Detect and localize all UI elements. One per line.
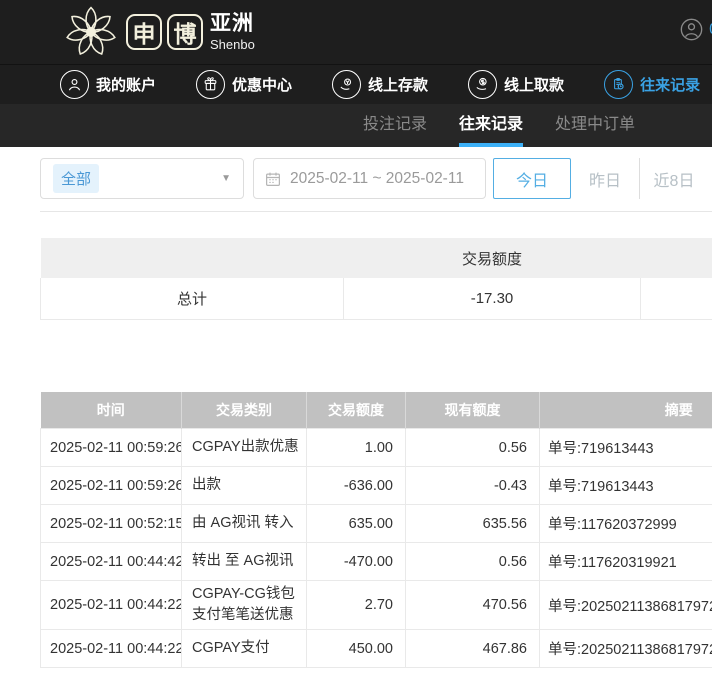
cell-balance: 0.56 [406,429,540,467]
date-range-value: 2025-02-11 ~ 2025-02-11 [290,170,464,188]
nav-item-withdraw[interactable]: 线上取款 [468,70,564,99]
cell-summary: 单号:117620319921 [540,543,712,581]
cell-amount: -636.00 [307,467,406,505]
nav-item-transaction-records[interactable]: 往来记录 [604,70,700,99]
tab-betting-records[interactable]: 投注记录 [363,104,427,147]
cell-balance: 467.86 [406,630,540,668]
summary-header-amount: 交易额度 [344,238,641,278]
cell-type: 出款 [182,467,307,505]
last-8-days-button[interactable]: 近8日 [640,158,708,199]
cell-balance: -0.43 [406,467,540,505]
nav-label: 往来记录 [640,74,700,95]
gift-icon [196,70,225,99]
cell-type: CGPAY出款优惠 [182,429,307,467]
cell-summary: 单号:719613443 [540,467,712,505]
records-icon [604,70,633,99]
calendar-icon [264,170,282,188]
brand-region: 亚洲 [210,13,255,34]
summary-header-row: 交易额度 [41,238,712,278]
flower-logo-icon [60,3,122,61]
cell-time: 2025-02-11 00:44:22 [41,581,182,630]
cell-summary: 单号:202502113868179729 [540,581,712,630]
account-user-icon[interactable] [680,18,703,41]
column-header-4: 摘要 [540,392,712,429]
summary-total-label: 总计 [41,278,344,319]
date-range-input[interactable]: 2025-02-11 ~ 2025-02-11 [253,158,486,199]
nav-label: 线上存款 [368,74,428,95]
record-tabs: 投注记录 往来记录 处理中订单 [0,104,712,147]
cell-summary: 单号:117620372999 [540,505,712,543]
brand-latin: Shenbo [210,38,255,51]
cell-amount: 635.00 [307,505,406,543]
summary-total-row: 总计 -17.30 [41,278,712,319]
column-header-0: 时间 [41,392,182,429]
cell-time: 2025-02-11 00:44:42 [41,543,182,581]
nav-label: 线上取款 [504,74,564,95]
records-header-row: 时间交易类别交易额度现有额度摘要 [41,392,712,429]
brand-logo[interactable]: 申 博 亚洲 Shenbo [60,3,255,61]
summary-total-value: -17.30 [344,278,641,319]
nav-item-promotions[interactable]: 优惠中心 [196,70,292,99]
cell-type: 转出 至 AG视讯 [182,543,307,581]
table-row: 2025-02-11 00:44:22CGPAY-CG钱包支付笔笔送优惠2.70… [41,581,712,630]
cell-balance: 635.56 [406,505,540,543]
column-header-2: 交易额度 [307,392,406,429]
today-button[interactable]: 今日 [493,158,571,199]
filter-bar: 全部 ▼ 2025-02-11 ~ 2025-02-11 今日 昨日 近8日 [40,158,712,199]
nav-label: 优惠中心 [232,74,292,95]
cell-type: 由 AG视讯 转入 [182,505,307,543]
column-header-3: 现有额度 [406,392,540,429]
tab-transaction-records[interactable]: 往来记录 [459,104,523,147]
brand-char-bo: 博 [167,14,203,50]
cell-time: 2025-02-11 00:59:26 [41,429,182,467]
summary-header-blank [41,238,344,278]
type-select-value: 全部 [53,164,99,193]
table-row: 2025-02-11 00:59:26CGPAY出款优惠1.000.56单号:7… [41,429,712,467]
summary-total-blank [641,278,712,319]
chevron-down-icon: ▼ [221,173,231,184]
cell-summary: 单号:719613443 [540,429,712,467]
table-row: 2025-02-11 00:59:26出款-636.00-0.43单号:7196… [41,467,712,505]
yesterday-button[interactable]: 昨日 [571,158,639,199]
tab-pending-orders[interactable]: 处理中订单 [555,104,635,147]
section-divider [40,211,712,212]
cell-time: 2025-02-11 00:44:22 [41,630,182,668]
cell-time: 2025-02-11 00:59:26 [41,467,182,505]
main-nav: 我的账户 优惠中心 线上存款 线上取款 [0,64,712,104]
cell-type: CGPAY-CG钱包支付笔笔送优惠 [182,581,307,630]
table-row: 2025-02-11 00:52:15由 AG视讯 转入635.00635.56… [41,505,712,543]
nav-item-my-account[interactable]: 我的账户 [60,70,156,99]
cell-amount: -470.00 [307,543,406,581]
type-select[interactable]: 全部 ▼ [40,158,244,199]
column-header-1: 交易类别 [182,392,307,429]
table-row: 2025-02-11 00:44:42转出 至 AG视讯-470.000.56单… [41,543,712,581]
brand-char-shen: 申 [126,14,162,50]
nav-label: 我的账户 [96,74,156,95]
deposit-icon [332,70,361,99]
table-row: 2025-02-11 00:44:22CGPAY支付450.00467.86单号… [41,630,712,668]
cell-balance: 470.56 [406,581,540,630]
cell-amount: 1.00 [307,429,406,467]
withdraw-icon [468,70,497,99]
top-brand-bar: 申 博 亚洲 Shenbo 0 [0,0,712,64]
summary-header-blank2 [641,238,712,278]
records-table: 时间交易类别交易额度现有额度摘要 2025-02-11 00:59:26CGPA… [40,392,712,669]
summary-table: 交易额度 总计 -17.30 [40,238,712,320]
user-icon [60,70,89,99]
cell-time: 2025-02-11 00:52:15 [41,505,182,543]
cell-type: CGPAY支付 [182,630,307,668]
cell-amount: 2.70 [307,581,406,630]
cell-summary: 单号:202502113868179729 [540,630,712,668]
cell-balance: 0.56 [406,543,540,581]
nav-item-deposit[interactable]: 线上存款 [332,70,428,99]
cell-amount: 450.00 [307,630,406,668]
